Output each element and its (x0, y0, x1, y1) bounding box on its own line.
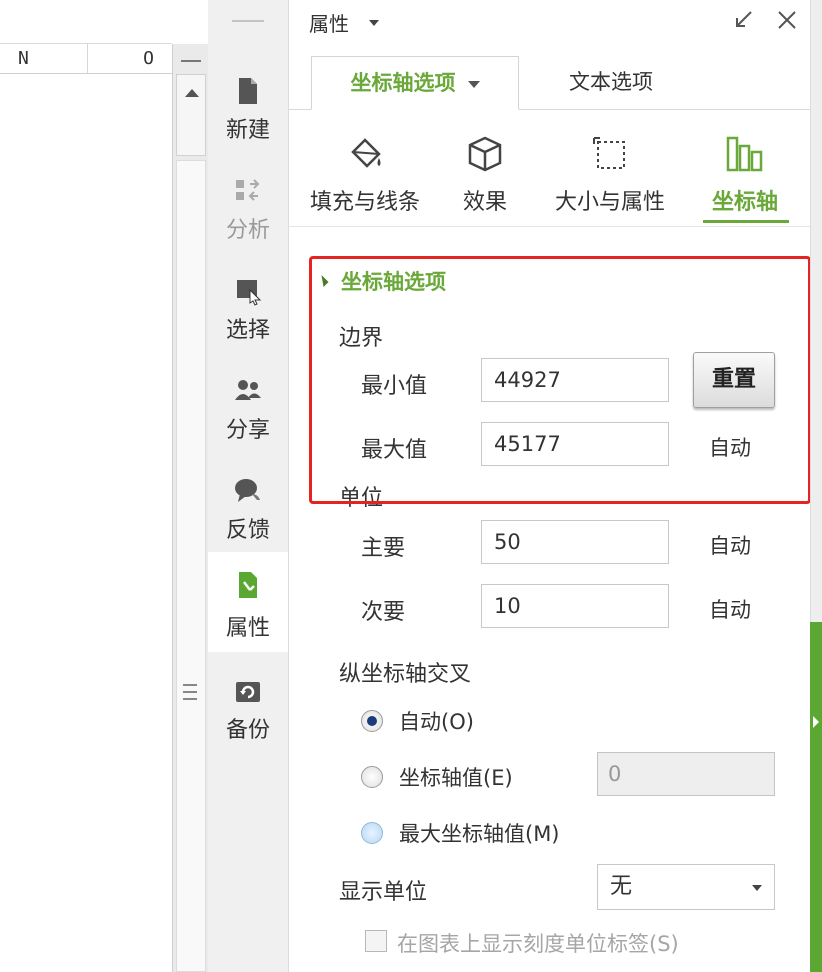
tool-analyze-label: 分析 (225, 218, 270, 243)
paint-bucket-icon (351, 138, 381, 168)
major-unit-auto-state: 自动 (709, 534, 751, 558)
column-header-o[interactable]: O (88, 44, 172, 74)
subtab-size-properties[interactable]: 大小与属性 (545, 130, 675, 226)
display-units-selected: 无 (610, 874, 633, 899)
tab-text-options[interactable]: 文本选项 (539, 56, 683, 110)
analyze-icon (236, 179, 260, 201)
highlight-annotation-box (309, 256, 811, 504)
expand-arrow-icon[interactable] (813, 716, 819, 728)
size-frame-icon (593, 137, 625, 169)
cross-max-value-radio[interactable] (361, 822, 383, 844)
tool-feedback-label: 反馈 (225, 518, 270, 543)
share-icon (235, 380, 261, 400)
cross-axis-value-radio[interactable] (361, 766, 383, 788)
toolbar-grip-icon (232, 20, 264, 22)
scroll-up-button[interactable] (176, 74, 206, 156)
pane-tabs: 坐标轴选项 文本选项 (289, 56, 811, 110)
cross-axis-value-input: 0 (597, 752, 775, 796)
subtab-size-properties-label: 大小与属性 (554, 190, 665, 215)
tab-axis-options-label: 坐标轴选项 (350, 71, 456, 95)
side-toolbar: 新建 分析 选择 分享 反馈 属性 备份 (208, 0, 288, 972)
spreadsheet-area: N O (0, 0, 172, 972)
tool-backup[interactable]: 备份 (208, 662, 288, 762)
tool-select[interactable]: 选择 (208, 262, 288, 362)
display-units-select[interactable]: 无 (597, 864, 775, 910)
vertical-axis-cross-label: 纵坐标轴交叉 (339, 662, 472, 687)
tool-properties-label: 属性 (225, 616, 270, 641)
pane-title[interactable]: 属性 (309, 8, 349, 37)
tool-new[interactable]: 新建 (208, 62, 288, 162)
scrollbar-track[interactable] (176, 160, 206, 972)
show-units-label-checkbox (365, 930, 387, 952)
tool-properties[interactable]: 属性 (208, 552, 288, 652)
minor-unit-auto-state: 自动 (709, 598, 751, 622)
vertical-scrollbar[interactable] (172, 44, 208, 972)
subtab-effect[interactable]: 效果 (449, 130, 521, 226)
cross-max-value-label[interactable]: 最大坐标轴值(M) (399, 818, 560, 848)
properties-icon (239, 572, 257, 598)
properties-pane: 属性 坐标轴选项 文本选项 填充与线条 效果 大小与属性 坐标轴 坐标轴选项 边… (288, 0, 811, 972)
subtab-axis[interactable]: 坐标轴 (697, 130, 793, 226)
tool-analyze[interactable]: 分析 (208, 162, 288, 262)
minor-unit-label: 次要 (361, 600, 406, 625)
backup-icon (236, 682, 260, 702)
tool-feedback[interactable]: 反馈 (208, 462, 288, 562)
subtab-axis-label: 坐标轴 (711, 190, 778, 215)
subtab-active-indicator (703, 220, 789, 223)
minor-unit-input[interactable]: 10 (481, 584, 669, 628)
subtab-fill-line-label: 填充与线条 (309, 190, 420, 215)
bar-chart-icon (726, 136, 763, 172)
tab-axis-options[interactable]: 坐标轴选项 (311, 56, 519, 110)
pane-scroll-indicator[interactable] (810, 622, 822, 972)
close-icon[interactable] (775, 8, 799, 32)
chevron-down-icon[interactable] (467, 80, 480, 88)
scrollbar-grip-icon (181, 60, 201, 62)
tool-new-label: 新建 (225, 118, 270, 143)
cube-icon (468, 136, 502, 172)
major-unit-label: 主要 (361, 536, 406, 561)
subtab-divider (289, 226, 811, 227)
subtab-effect-label: 效果 (462, 190, 507, 215)
new-file-icon (239, 78, 257, 104)
select-icon (237, 280, 262, 306)
splitter-handle-icon[interactable] (183, 684, 197, 706)
major-unit-input[interactable]: 50 (481, 520, 669, 564)
subtab-fill-line[interactable]: 填充与线条 (301, 130, 429, 226)
display-units-label: 显示单位 (339, 880, 428, 905)
collapse-pane-icon[interactable] (731, 8, 755, 32)
tool-backup-label: 备份 (225, 718, 270, 743)
tool-select-label: 选择 (225, 318, 270, 343)
pane-title-dropdown-icon[interactable] (369, 20, 379, 26)
column-header-n[interactable]: N (0, 44, 88, 74)
cross-auto-radio[interactable] (361, 710, 383, 732)
tool-share[interactable]: 分享 (208, 362, 288, 462)
cross-auto-label[interactable]: 自动(O) (399, 706, 474, 736)
tool-share-label: 分享 (225, 418, 270, 443)
feedback-icon (235, 479, 260, 502)
sheet-toolbar-strip (0, 0, 172, 44)
show-units-label-text: 在图表上显示刻度单位标签(S) (397, 932, 679, 956)
chevron-down-icon (752, 885, 762, 891)
cross-axis-value-label[interactable]: 坐标轴值(E) (399, 762, 513, 792)
